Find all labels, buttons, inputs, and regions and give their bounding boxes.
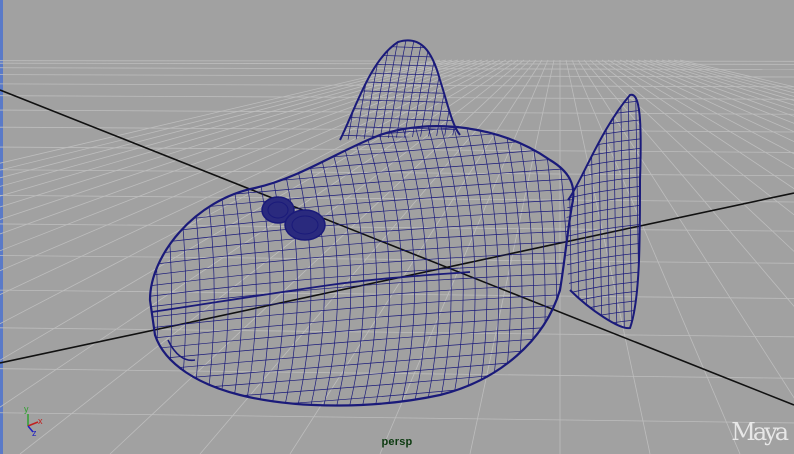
body-mesh (150, 126, 574, 406)
gizmo-x-label: x (38, 416, 43, 426)
maya-logo: Maya (731, 418, 789, 446)
fish-mesh[interactable] (130, 30, 645, 424)
perspective-viewport[interactable]: y x z persp Maya (0, 0, 794, 454)
tail-fin-mesh (565, 94, 641, 329)
camera-name-label: persp (381, 436, 413, 448)
eye-mesh (261, 196, 326, 241)
viewport-scene[interactable] (0, 0, 794, 454)
gizmo-y-label: y (24, 404, 29, 414)
